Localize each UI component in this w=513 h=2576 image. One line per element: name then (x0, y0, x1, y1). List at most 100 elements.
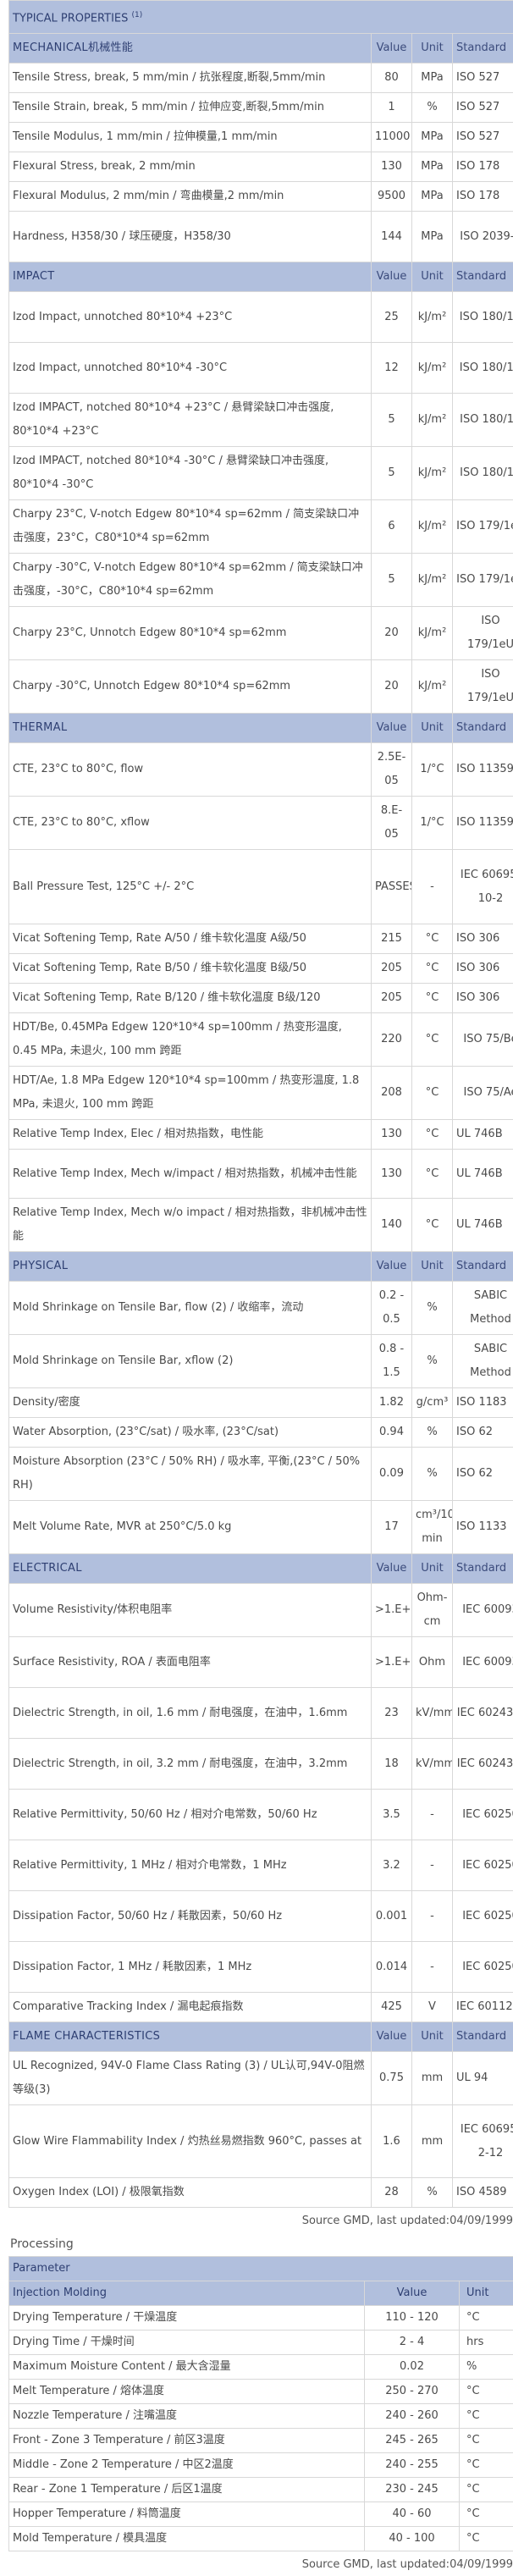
property-standard: ISO 1183 (453, 1388, 513, 1418)
property-standard: ISO 527 (453, 63, 513, 93)
property-name: CTE, 23°C to 80°C, flow (9, 743, 372, 797)
property-value: 8.E-05 (372, 797, 412, 850)
property-unit: kJ/m² (412, 660, 453, 714)
property-unit: % (412, 1418, 453, 1448)
col-standard-header: Standard (453, 2022, 513, 2052)
processing-param-unit: °C (460, 2380, 513, 2404)
property-row: UL Recognized, 94V-0 Flame Class Rating … (9, 2052, 513, 2105)
property-unit: °C (412, 1199, 453, 1252)
property-value: 1.6 (372, 2105, 412, 2178)
property-row: Flexural Modulus, 2 mm/min / 弯曲模量,2 mm/m… (9, 182, 513, 212)
property-unit: mm (412, 2052, 453, 2105)
processing-param-value: 240 - 255 (365, 2453, 460, 2478)
property-value: 2.5E-05 (372, 743, 412, 797)
property-value: 3.2 (372, 1840, 412, 1891)
property-name: Water Absorption, (23°C/sat) / 吸水率, (23°… (9, 1418, 372, 1448)
processing-param-name: Rear - Zone 1 Temperature / 后区1温度 (9, 2478, 365, 2502)
property-standard: IEC 60695-10-2 (453, 850, 513, 924)
property-name: Dielectric Strength, in oil, 3.2 mm / 耐电… (9, 1739, 372, 1790)
col-section-name: PHYSICAL (9, 1252, 372, 1282)
property-name: Dissipation Factor, 50/60 Hz / 耗散因素，50/6… (9, 1891, 372, 1942)
property-value: >1.E+15 (372, 1584, 412, 1637)
property-value: 0.94 (372, 1418, 412, 1448)
property-value: 425 (372, 1993, 412, 2022)
property-value: 17 (372, 1501, 412, 1554)
property-value: 9500 (372, 182, 412, 212)
property-value: 144 (372, 212, 412, 262)
property-unit: °C (412, 1120, 453, 1150)
property-name: HDT/Ae, 1.8 MPa Edgew 120*10*4 sp=100mm … (9, 1067, 372, 1120)
property-name: Charpy -30°C, V-notch Edgew 80*10*4 sp=6… (9, 554, 372, 607)
col-value-header: Value (372, 1252, 412, 1282)
property-value: 5 (372, 394, 412, 447)
col-value-header: Value (372, 262, 412, 292)
property-row: Oxygen Index (LOI) / 极限氧指数28%ISO 4589 (9, 2178, 513, 2208)
processing-param-unit: °C (460, 2478, 513, 2502)
property-row: Izod Impact, unnotched 80*10*4 -30°C12kJ… (9, 343, 513, 394)
col-section-name: MECHANICAL机械性能 (9, 34, 372, 63)
processing-param-name: Front - Zone 3 Temperature / 前区3温度 (9, 2429, 365, 2453)
property-standard: ISO 527 (453, 93, 513, 123)
property-row: Tensile Stress, break, 5 mm/min / 抗张程度,断… (9, 63, 513, 93)
property-row: Comparative Tracking Index / 漏电起痕指数425VI… (9, 1993, 513, 2022)
property-standard: UL 746B (453, 1120, 513, 1150)
property-name: Mold Shrinkage on Tensile Bar, flow (2) … (9, 1282, 372, 1335)
property-row: Izod Impact, unnotched 80*10*4 +23°C25kJ… (9, 292, 513, 343)
property-unit: - (412, 1891, 453, 1942)
property-name: Relative Temp Index, Mech w/impact / 相对热… (9, 1150, 372, 1199)
property-name: Flexural Stress, break, 2 mm/min (9, 152, 372, 182)
processing-param-value: 240 - 260 (365, 2404, 460, 2429)
property-row: Charpy 23°C, V-notch Edgew 80*10*4 sp=62… (9, 500, 513, 554)
property-value: 0.2 - 0.5 (372, 1282, 412, 1335)
property-name: Tensile Modulus, 1 mm/min / 拉伸模量,1 mm/mi… (9, 123, 372, 152)
property-name: Relative Temp Index, Mech w/o impact / 相… (9, 1199, 372, 1252)
property-row: Density/密度1.82g/cm³ISO 1183 (9, 1388, 513, 1418)
property-unit: kV/mm (412, 1739, 453, 1790)
property-name: Relative Permittivity, 1 MHz / 相对介电常数，1 … (9, 1840, 372, 1891)
property-unit: g/cm³ (412, 1388, 453, 1418)
property-unit: - (412, 1942, 453, 1993)
property-row: CTE, 23°C to 80°C, xflow8.E-051/°CISO 11… (9, 797, 513, 850)
property-name: Tensile Stress, break, 5 mm/min / 抗张程度,断… (9, 63, 372, 93)
property-name: Oxygen Index (LOI) / 极限氧指数 (9, 2178, 372, 2208)
property-name: Tensile Strain, break, 5 mm/min / 拉伸应变,断… (9, 93, 372, 123)
property-value: 20 (372, 607, 412, 660)
property-unit: °C (412, 984, 453, 1013)
col-unit-header: Unit (412, 714, 453, 743)
col-value-header: Value (372, 34, 412, 63)
property-value: 205 (372, 984, 412, 1013)
property-row: Mold Shrinkage on Tensile Bar, xflow (2)… (9, 1335, 513, 1388)
property-value: 6 (372, 500, 412, 554)
property-standard: ISO 62 (453, 1418, 513, 1448)
property-unit: kJ/m² (412, 343, 453, 394)
property-standard: IEC 60250 (453, 1891, 513, 1942)
property-row: Tensile Strain, break, 5 mm/min / 拉伸应变,断… (9, 93, 513, 123)
property-standard: ISO 4589 (453, 2178, 513, 2208)
processing-row: Maximum Moisture Content / 最大含湿量0.02% (9, 2355, 513, 2380)
typical-properties-body: TYPICAL PROPERTIES (1) MECHANICAL机械性能Val… (9, 1, 513, 2208)
property-standard: IEC 60243-1 (453, 1688, 513, 1739)
property-unit: % (412, 2178, 453, 2208)
property-unit: MPa (412, 152, 453, 182)
property-row: Volume Resistivity/体积电阻率>1.E+15Ohm-cmIEC… (9, 1584, 513, 1637)
processing-param-value: 0.02 (365, 2355, 460, 2380)
property-standard: IEC 60250 (453, 1790, 513, 1840)
property-value: 5 (372, 447, 412, 500)
processing-param-unit: °C (460, 2502, 513, 2527)
property-value: 1.82 (372, 1388, 412, 1418)
property-name: Izod IMPACT, notched 80*10*4 -30°C / 悬臂梁… (9, 447, 372, 500)
property-value: 28 (372, 2178, 412, 2208)
property-row: Mold Shrinkage on Tensile Bar, flow (2) … (9, 1282, 513, 1335)
col-value-header: Value (372, 1554, 412, 1584)
processing-param-unit: °C (460, 2527, 513, 2551)
col-value-header: Value (372, 2022, 412, 2052)
col-standard-header: Standard (453, 262, 513, 292)
property-row: Relative Permittivity, 50/60 Hz / 相对介电常数… (9, 1790, 513, 1840)
property-name: Izod Impact, unnotched 80*10*4 -30°C (9, 343, 372, 394)
typical-properties-title: TYPICAL PROPERTIES (13, 12, 128, 25)
typical-properties-title-sup: (1) (132, 11, 143, 19)
processing-row: Nozzle Temperature / 注嘴温度240 - 260°C (9, 2404, 513, 2429)
property-unit: % (412, 93, 453, 123)
property-row: CTE, 23°C to 80°C, flow2.5E-051/°CISO 11… (9, 743, 513, 797)
property-standard: ISO 1133 (453, 1501, 513, 1554)
